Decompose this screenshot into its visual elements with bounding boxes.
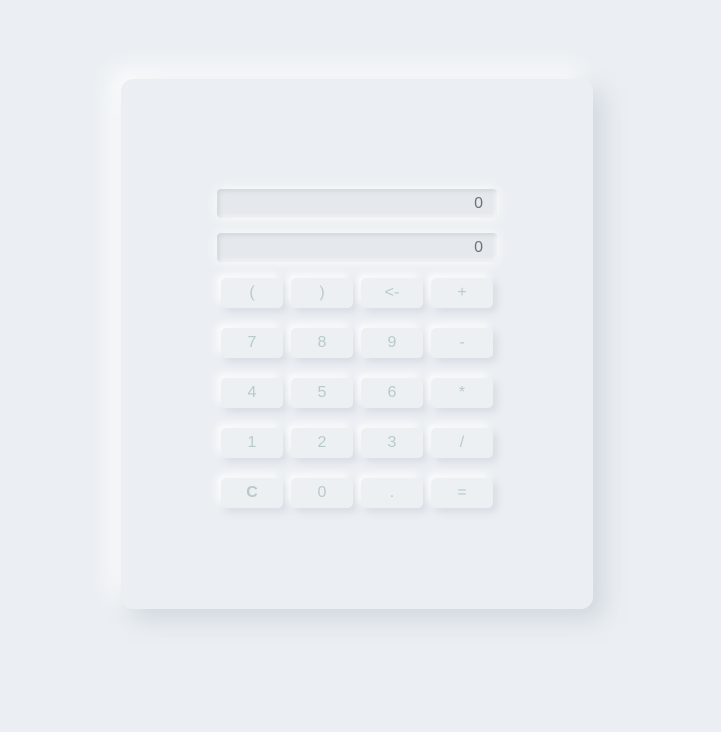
backspace-button[interactable]: <- bbox=[361, 278, 423, 308]
digit-1-button[interactable]: 1 bbox=[221, 428, 283, 458]
digit-0-button[interactable]: 0 bbox=[291, 478, 353, 508]
clear-button[interactable]: C bbox=[221, 478, 283, 508]
decimal-point-button[interactable]: . bbox=[361, 478, 423, 508]
expression-display: 0 bbox=[217, 189, 497, 218]
equals-button[interactable]: = bbox=[431, 478, 493, 508]
divide-button[interactable]: / bbox=[431, 428, 493, 458]
digit-9-button[interactable]: 9 bbox=[361, 328, 423, 358]
plus-button[interactable]: + bbox=[431, 278, 493, 308]
digit-4-button[interactable]: 4 bbox=[221, 378, 283, 408]
digit-2-button[interactable]: 2 bbox=[291, 428, 353, 458]
close-paren-button[interactable]: ) bbox=[291, 278, 353, 308]
digit-3-button[interactable]: 3 bbox=[361, 428, 423, 458]
digit-7-button[interactable]: 7 bbox=[221, 328, 283, 358]
open-paren-button[interactable]: ( bbox=[221, 278, 283, 308]
minus-button[interactable]: - bbox=[431, 328, 493, 358]
digit-6-button[interactable]: 6 bbox=[361, 378, 423, 408]
result-display: 0 bbox=[217, 233, 497, 262]
calculator-card: 0 0 ( ) <- + 7 8 9 - 4 5 6 * 1 2 3 / C 0… bbox=[121, 79, 593, 609]
digit-5-button[interactable]: 5 bbox=[291, 378, 353, 408]
digit-8-button[interactable]: 8 bbox=[291, 328, 353, 358]
multiply-button[interactable]: * bbox=[431, 378, 493, 408]
